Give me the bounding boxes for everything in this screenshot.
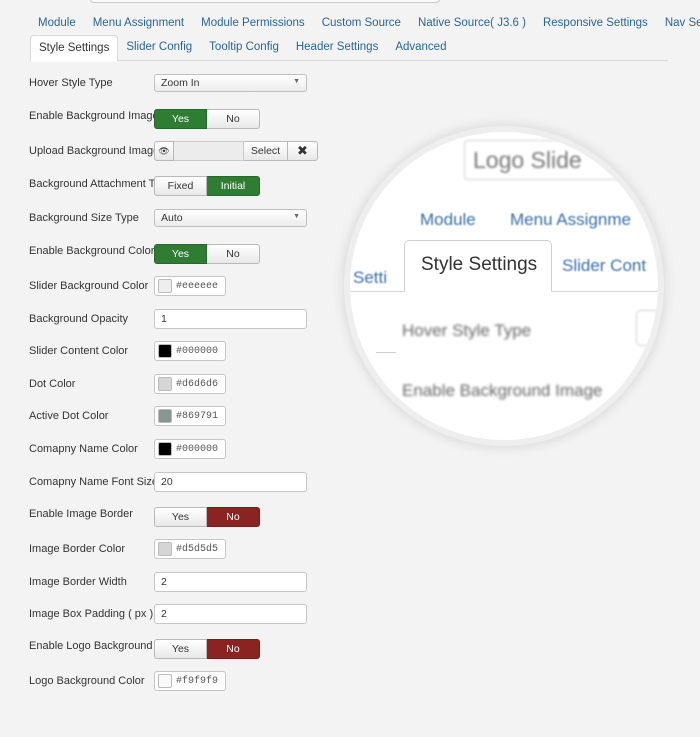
eye-icon[interactable]: 👁 — [154, 141, 174, 161]
enable-image-border-no[interactable]: No — [207, 507, 260, 527]
color-swatch — [158, 542, 172, 556]
slider-bg-color-value: #eeeeee — [176, 280, 219, 292]
row-bg-size-type: Background Size Type Auto ▼ — [29, 209, 329, 229]
magnified-tab-module: Module — [420, 210, 476, 229]
bg-opacity-input[interactable]: 1 — [154, 309, 307, 329]
magnified-tab-partial: Setti — [353, 268, 388, 287]
active-dot-color-label: Active Dot Color — [29, 410, 109, 422]
enable-bg-image-yes[interactable]: Yes — [154, 109, 207, 129]
enable-logo-bg-toggle: Yes No — [154, 639, 260, 659]
image-box-padding-label: Image Box Padding ( px ) — [29, 608, 154, 620]
hover-style-type-value: Zoom In — [161, 77, 200, 89]
tab-nav-settings[interactable]: Nav Settings — [657, 13, 700, 35]
upload-bg-image-label: Upload Background Image — [29, 145, 160, 157]
tab-module[interactable]: Module — [30, 13, 85, 35]
upload-bg-image-control: 👁 Select ✖ — [154, 141, 318, 161]
bg-opacity-label: Background Opacity — [29, 313, 129, 325]
close-icon[interactable]: ✖ — [288, 141, 318, 161]
image-border-color-label: Image Border Color — [29, 543, 125, 555]
magnified-select-edge — [636, 310, 658, 346]
enable-bg-image-label: Enable Background Image — [29, 110, 159, 122]
enable-bg-image-no[interactable]: No — [207, 109, 260, 129]
company-name-color-value: #000000 — [176, 443, 219, 455]
enable-bg-color-no[interactable]: No — [207, 244, 260, 264]
enable-logo-bg-no[interactable]: No — [207, 639, 260, 659]
tabs-row-secondary: Style Settings Slider Config Tooltip Con… — [30, 35, 668, 62]
color-swatch — [158, 674, 172, 688]
company-name-color-label: Comapny Name Color — [29, 443, 138, 455]
bg-attachment-toggle: Fixed Initial — [154, 176, 260, 196]
logo-bg-color-label: Logo Background Color — [29, 675, 145, 687]
magnified-tab-style-settings: Style Settings — [404, 240, 552, 292]
magnified-tab-slider-config: Slider Cont — [562, 256, 647, 275]
image-box-padding-input[interactable]: 2 — [154, 604, 307, 624]
bg-size-type-select[interactable]: Auto ▼ — [154, 209, 307, 227]
dot-color-value: #d6d6d6 — [176, 378, 219, 390]
tab-slider-config[interactable]: Slider Config — [118, 35, 201, 60]
color-swatch — [158, 409, 172, 423]
enable-bg-color-toggle: Yes No — [154, 244, 260, 264]
bg-attachment-fixed[interactable]: Fixed — [154, 176, 207, 196]
select-image-button[interactable]: Select — [244, 141, 288, 161]
tab-tooltip-config[interactable]: Tooltip Config — [201, 35, 288, 60]
module-title-input-edge — [90, 0, 440, 3]
magnified-divider — [376, 352, 396, 353]
image-border-color-value: #d5d5d5 — [176, 543, 219, 555]
active-dot-color-picker[interactable]: #869791 — [154, 406, 226, 426]
enable-bg-color-label: Enable Background Color — [29, 245, 155, 257]
logo-bg-color-picker[interactable]: #f9f9f9 — [154, 671, 226, 691]
slider-content-color-value: #000000 — [176, 345, 219, 357]
tab-native-source[interactable]: Native Source( J3.6 ) — [410, 13, 535, 35]
magnifier-lens: Logo Slide Module Menu Assignme Setti St… — [350, 132, 658, 440]
magnified-label-enable-bg: Enable Background Image — [402, 381, 603, 400]
chevron-down-icon: ▼ — [293, 213, 300, 220]
hover-style-type-label: Hover Style Type — [29, 77, 113, 89]
color-swatch — [158, 344, 172, 358]
enable-image-border-label: Enable Image Border — [29, 508, 133, 520]
enable-logo-bg-label: Enable Logo Background — [29, 640, 153, 652]
bg-size-type-label: Background Size Type — [29, 212, 139, 224]
image-border-color-picker[interactable]: #d5d5d5 — [154, 539, 226, 559]
enable-image-border-yes[interactable]: Yes — [154, 507, 207, 527]
enable-logo-bg-yes[interactable]: Yes — [154, 639, 207, 659]
magnified-tab-menu-assignment: Menu Assignme — [510, 210, 631, 229]
tab-header-settings[interactable]: Header Settings — [288, 35, 387, 60]
color-swatch — [158, 377, 172, 391]
bg-attachment-label: Background Attachment Type — [29, 178, 173, 190]
color-swatch — [158, 279, 172, 293]
hover-style-type-select[interactable]: Zoom In ▼ — [154, 74, 307, 92]
magnified-label-hover-style: Hover Style Type — [402, 321, 532, 340]
enable-bg-image-toggle: Yes No — [154, 109, 260, 129]
chevron-down-icon: ▼ — [293, 78, 300, 85]
tab-responsive-settings[interactable]: Responsive Settings — [535, 13, 657, 35]
image-border-width-input[interactable]: 2 — [154, 572, 307, 592]
bg-attachment-initial[interactable]: Initial — [207, 176, 260, 196]
tab-module-permissions[interactable]: Module Permissions — [193, 13, 314, 35]
company-name-font-size-label: Comapny Name Font Size — [29, 476, 158, 488]
tab-advanced[interactable]: Advanced — [387, 35, 455, 60]
active-dot-color-value: #869791 — [176, 410, 219, 422]
logo-bg-color-value: #f9f9f9 — [176, 675, 219, 687]
color-swatch — [158, 442, 172, 456]
magnified-logo-input: Logo Slide — [464, 140, 654, 180]
image-border-width-label: Image Border Width — [29, 576, 127, 588]
upload-bg-image-path[interactable] — [174, 141, 244, 161]
dot-color-label: Dot Color — [29, 378, 76, 390]
slider-content-color-label: Slider Content Color — [29, 345, 129, 357]
company-name-font-size-input[interactable]: 20 — [154, 472, 307, 492]
slider-bg-color-picker[interactable]: #eeeeee — [154, 276, 226, 296]
enable-image-border-toggle: Yes No — [154, 507, 260, 527]
bg-size-type-value: Auto — [161, 212, 183, 224]
tab-menu-assignment[interactable]: Menu Assignment — [85, 13, 193, 35]
slider-content-color-picker[interactable]: #000000 — [154, 341, 226, 361]
slider-bg-color-label: Slider Background Color — [29, 280, 149, 292]
enable-bg-color-yes[interactable]: Yes — [154, 244, 207, 264]
tab-custom-source[interactable]: Custom Source — [314, 13, 410, 35]
dot-color-picker[interactable]: #d6d6d6 — [154, 374, 226, 394]
tab-style-settings[interactable]: Style Settings — [30, 35, 119, 62]
row-hover-style-type: Hover Style Type Zoom In ▼ — [29, 74, 329, 94]
tabs-row-primary: Module Menu Assignment Module Permission… — [30, 13, 700, 35]
company-name-color-picker[interactable]: #000000 — [154, 439, 226, 459]
